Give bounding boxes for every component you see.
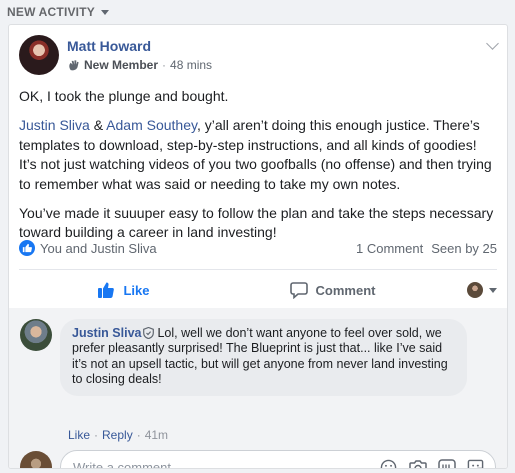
comment-bubble: Justin Sliva Lol, well we don’t want anyo…: [60, 319, 467, 396]
member-badge: New Member: [84, 58, 159, 72]
comment-reply-link[interactable]: Reply: [102, 428, 133, 442]
wave-icon: [69, 59, 79, 70]
author-avatar[interactable]: [19, 35, 59, 75]
comment-like-link[interactable]: Like: [68, 428, 90, 442]
comment-item: Justin Sliva Lol, well we don’t want anyo…: [20, 319, 467, 396]
reactions-bar: You and Justin Sliva 1 Comment Seen by 2…: [19, 239, 497, 257]
shield-icon: [143, 327, 155, 339]
comment-action-separator: ·: [136, 428, 141, 442]
comment-button-label: Comment: [315, 282, 376, 298]
viewer-avatar: [20, 451, 52, 468]
post-paragraph-3: You’ve made it suuuper easy to follow th…: [19, 205, 494, 241]
commenter-avatar[interactable]: [20, 319, 52, 351]
mention-justin-sliva[interactable]: Justin Sliva: [19, 117, 90, 133]
post-body: OK, I took the plunge and bought. Justin…: [19, 87, 497, 253]
post-card: Matt Howard New Member · 48 mins OK, I t…: [8, 24, 508, 469]
new-activity-header[interactable]: NEW ACTIVITY: [7, 5, 109, 19]
new-activity-label: NEW ACTIVITY: [7, 5, 95, 19]
thumbs-up-icon: [98, 282, 115, 298]
comment-composer: [20, 450, 496, 468]
like-reaction-icon: [19, 240, 35, 256]
caret-down-icon: [489, 287, 497, 293]
likers-text[interactable]: You and Justin Sliva: [40, 241, 157, 256]
divider: [19, 269, 497, 270]
comment-count[interactable]: 1 Comment: [356, 241, 423, 256]
comments-section: Justin Sliva Lol, well we don’t want anyo…: [9, 308, 507, 468]
commenter-name[interactable]: Justin Sliva: [72, 326, 141, 340]
camera-icon[interactable]: [408, 458, 427, 468]
mention-adam-southey[interactable]: Adam Southey: [106, 117, 197, 133]
sticker-icon[interactable]: [466, 458, 485, 468]
seen-count[interactable]: Seen by 25: [431, 241, 497, 256]
post-paragraph-1: OK, I took the plunge and bought.: [19, 88, 229, 104]
comment-action-separator: ·: [94, 428, 99, 442]
gif-icon[interactable]: [437, 458, 456, 468]
like-button[interactable]: Like: [19, 274, 228, 306]
comment-time[interactable]: 41m: [145, 428, 168, 442]
comment-bubble-icon: [289, 282, 308, 299]
author-name[interactable]: Matt Howard: [67, 37, 212, 55]
post-meta: New Member · 48 mins: [67, 58, 212, 72]
post-header: Matt Howard New Member · 48 mins: [19, 35, 212, 75]
meta-separator: ·: [162, 58, 167, 72]
emoji-icon[interactable]: [379, 458, 398, 468]
post-actions: Like Comment: [19, 273, 497, 307]
comment-actions: Like · Reply · 41m: [68, 428, 168, 442]
viewer-avatar: [467, 282, 483, 298]
comment-button[interactable]: Comment: [228, 274, 437, 306]
comment-input[interactable]: [73, 459, 379, 468]
post-paragraph-2: Justin Sliva & Adam Southey, y’all aren’…: [19, 116, 497, 194]
like-button-label: Like: [123, 282, 150, 298]
composer-tools: [379, 458, 485, 468]
caret-down-icon: [100, 10, 109, 15]
comment-as-selector[interactable]: [437, 274, 497, 306]
comment-input-wrapper: [60, 450, 496, 468]
post-options-chevron-icon[interactable]: [486, 37, 499, 50]
post-time[interactable]: 48 mins: [170, 58, 212, 72]
mention-ampersand: &: [89, 117, 107, 134]
